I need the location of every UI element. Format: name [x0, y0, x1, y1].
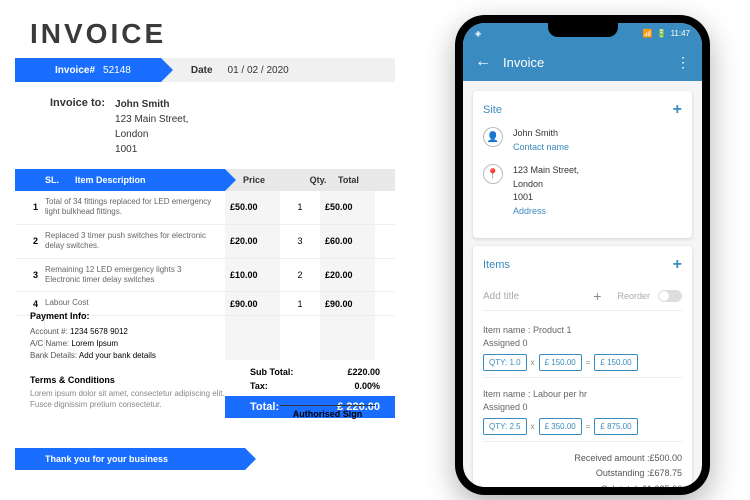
col-desc: Item Description — [75, 175, 225, 185]
invoice-document: INVOICE Invoice# 52148 Date 01 / 02 / 20… — [15, 10, 395, 500]
item-row[interactable]: Item name : Labour per hr Assigned 0 QTY… — [483, 383, 682, 442]
terms: Terms & Conditions Lorem ipsum dolor sit… — [30, 375, 230, 410]
invoice-to-section: Invoice to: John Smith 123 Main Street, … — [15, 82, 395, 169]
back-icon[interactable]: ← — [475, 53, 491, 71]
invoice-number-band: Invoice# 52148 — [15, 58, 161, 82]
notch — [548, 23, 618, 37]
app-bar: ← Invoice ⋮ — [463, 43, 702, 81]
content: Site + 👤 John SmithContact name 📍 123 Mai… — [463, 81, 702, 487]
invoice-title: INVOICE — [15, 10, 395, 58]
date-label: Date — [191, 65, 213, 76]
reorder-label: Reorder — [617, 291, 650, 301]
qty-field[interactable]: QTY: 2.5 — [483, 418, 527, 435]
table-row: 2Replaced 3 timer push switches for elec… — [15, 225, 395, 259]
qty-field[interactable]: QTY: 1.0 — [483, 354, 527, 371]
date-value: 01 / 02 / 2020 — [228, 65, 289, 76]
signal-icon: 📶 — [643, 29, 653, 38]
col-sl: SL. — [45, 175, 75, 185]
items-title: Items — [483, 259, 510, 271]
col-total: Total — [338, 175, 393, 185]
recipient-addr3: 1001 — [115, 142, 188, 157]
invoice-to-body: John Smith 123 Main Street, London 1001 — [115, 97, 188, 157]
add-title-row: Add title + Reorder — [483, 282, 682, 311]
location-icon: 📍 — [483, 164, 503, 184]
recipient-name: John Smith — [115, 97, 188, 112]
phone-mockup: ◈ 📶 🔋 11:47 ← Invoice ⋮ Site + 👤 John Smith… — [455, 15, 710, 495]
recipient-addr1: 123 Main Street, — [115, 112, 188, 127]
app-title: Invoice — [503, 55, 544, 70]
authorised-sign: Authorised Sign — [280, 405, 375, 419]
total-field: £ 875.00 — [594, 418, 637, 435]
col-price: Price — [243, 175, 298, 185]
invoice-date-section: Date 01 / 02 / 2020 — [161, 58, 395, 82]
menu-icon[interactable]: ⋮ — [676, 54, 690, 71]
invoice-to-label: Invoice to: — [50, 97, 105, 157]
invoice-header: Invoice# 52148 Date 01 / 02 / 2020 — [15, 58, 395, 82]
add-item-button[interactable]: + — [673, 256, 682, 274]
contact-row[interactable]: 👤 John SmithContact name — [483, 127, 682, 154]
wifi-icon: ◈ — [475, 29, 481, 38]
site-title: Site — [483, 104, 502, 116]
price-field[interactable]: £ 150.00 — [539, 354, 582, 371]
clock: 11:47 — [671, 29, 690, 38]
footer-band: Thank you for your business — [15, 448, 245, 470]
invoice-number-label: Invoice# — [55, 65, 95, 76]
phone-screen: ◈ 📶 🔋 11:47 ← Invoice ⋮ Site + 👤 John Smith… — [463, 23, 702, 487]
plus-icon[interactable]: + — [593, 288, 601, 304]
site-card: Site + 👤 John SmithContact name 📍 123 Mai… — [473, 91, 692, 238]
battery-icon: 🔋 — [657, 29, 667, 38]
add-title-input[interactable]: Add title — [483, 291, 585, 302]
add-site-button[interactable]: + — [673, 101, 682, 119]
invoice-number-value: 52148 — [103, 65, 131, 76]
table-header: SL. Item Description Price Qty. Total — [15, 169, 395, 191]
item-row[interactable]: Item name : Product 1 Assigned 0 QTY: 1.… — [483, 319, 682, 378]
address-row[interactable]: 📍 123 Main Street,London1001Address — [483, 164, 682, 218]
summary: Received amount :£500.00 Outstanding :£6… — [483, 447, 682, 487]
payment-info: Payment Info: Account #: 1234 5678 9012 … — [30, 310, 156, 362]
price-field[interactable]: £ 350.00 — [539, 418, 582, 435]
reorder-toggle[interactable] — [658, 290, 682, 302]
recipient-addr2: London — [115, 127, 188, 142]
items-card: Items + Add title + Reorder Item name : P… — [473, 246, 692, 487]
person-icon: 👤 — [483, 127, 503, 147]
table-row: 1Total of 34 fittings replaced for LED e… — [15, 191, 395, 225]
table-row: 3Remaining 12 LED emergency lights 3 Ele… — [15, 259, 395, 293]
col-qty: Qty. — [298, 175, 338, 185]
total-field: £ 150.00 — [594, 354, 637, 371]
